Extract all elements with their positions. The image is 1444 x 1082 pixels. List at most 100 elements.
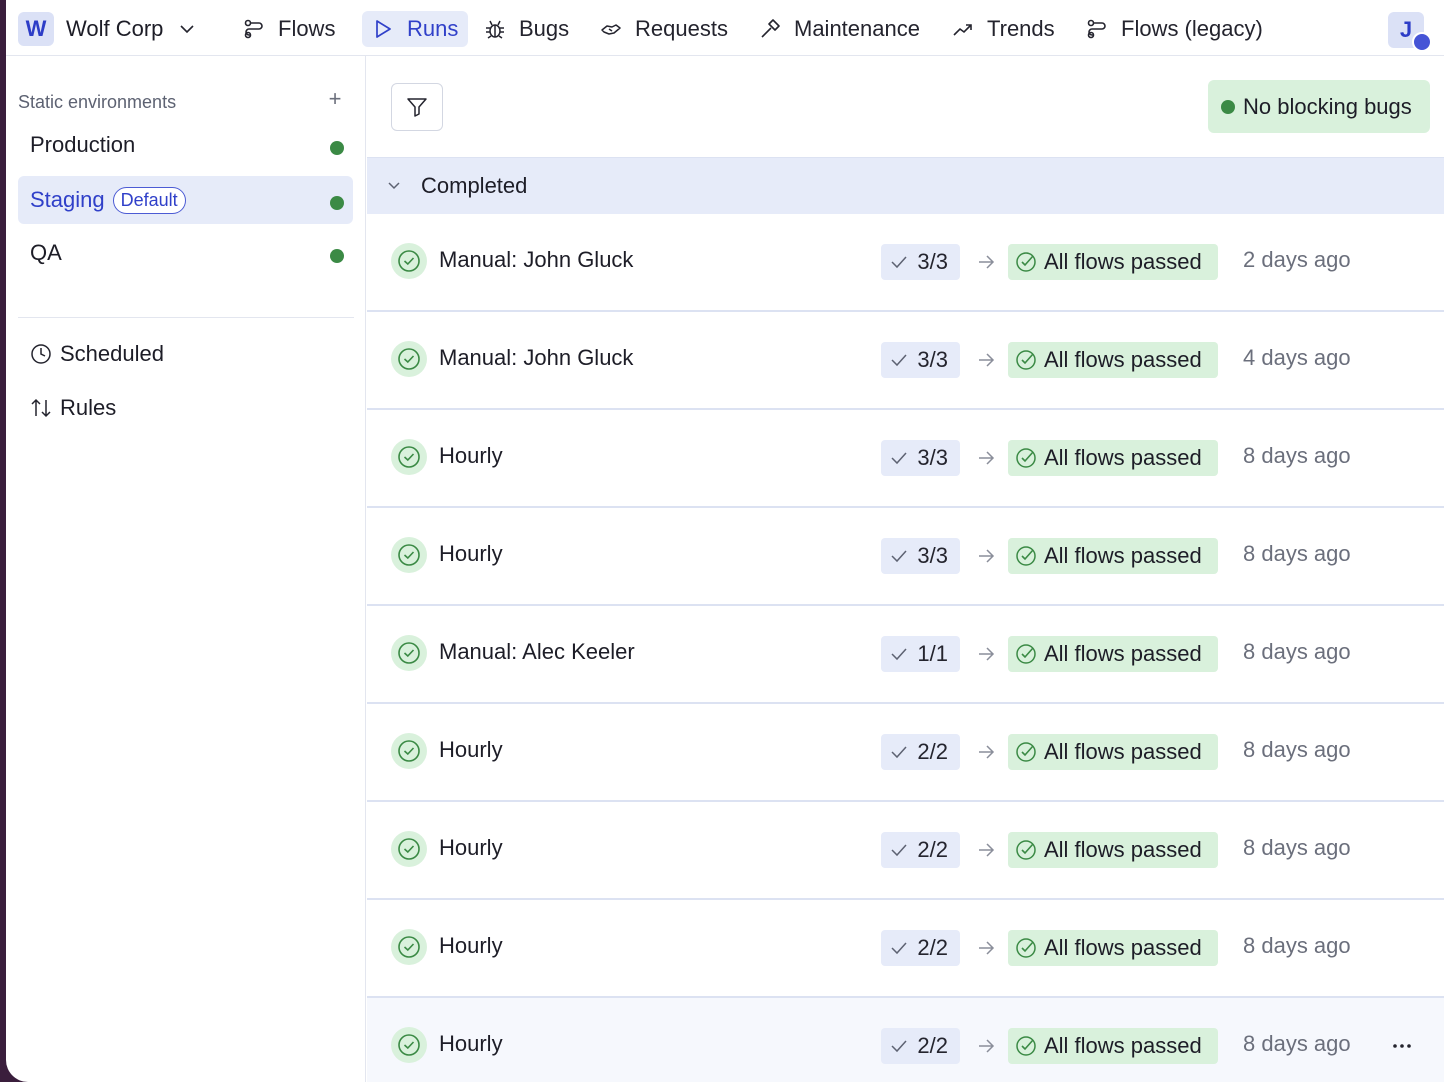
nav-bugs[interactable]: Bugs	[474, 11, 579, 47]
completed-group-header[interactable]: Completed	[367, 158, 1444, 214]
run-row[interactable]: Hourly 2/2 All flows passed 8 days ago	[367, 802, 1444, 900]
env-status-dot	[330, 196, 344, 210]
check-icon	[891, 550, 907, 563]
env-qa[interactable]: QA	[18, 229, 353, 277]
run-row[interactable]: Hourly 2/2 All flows passed 8 days ago	[367, 998, 1444, 1082]
check-circle-icon	[1016, 840, 1036, 860]
bug-icon	[486, 20, 504, 39]
sidebar-divider	[18, 317, 354, 318]
result-label: All flows passed	[1044, 837, 1202, 862]
env-label: Production	[30, 132, 136, 157]
org-name: Wolf Corp	[66, 16, 164, 41]
add-environment-button[interactable]: +	[324, 88, 346, 110]
check-circle-icon	[391, 341, 427, 377]
nav-flows[interactable]: Flows	[233, 11, 345, 47]
blocking-bugs-label: No blocking bugs	[1243, 93, 1412, 119]
check-circle-icon	[1016, 644, 1036, 664]
check-circle-icon	[391, 635, 427, 671]
arrow-right-icon	[979, 647, 995, 661]
run-row[interactable]: Hourly 3/3 All flows passed 8 days ago	[367, 410, 1444, 508]
sort-arrows-icon	[31, 398, 51, 418]
hammer-icon	[761, 19, 780, 38]
run-row[interactable]: Manual: John Gluck 3/3 All flows passed 2 d…	[367, 214, 1444, 312]
filter-button[interactable]	[391, 83, 443, 131]
check-circle-icon	[391, 929, 427, 965]
blocking-bugs-status[interactable]: No blocking bugs	[1208, 80, 1430, 133]
check-circle-icon	[391, 733, 427, 769]
arrow-right-icon	[979, 353, 995, 367]
run-timestamp: 8 days ago	[1243, 933, 1351, 958]
result-badge: All flows passed	[1008, 440, 1218, 476]
arrow-right-icon	[979, 549, 995, 563]
nav-requests[interactable]: Requests	[590, 11, 738, 47]
nav-trends[interactable]: Trends	[942, 11, 1065, 47]
run-row[interactable]: Hourly 3/3 All flows passed 8 days ago	[367, 508, 1444, 606]
clock-icon	[31, 344, 51, 364]
flows-icon	[1087, 19, 1106, 39]
org-logo: W	[18, 12, 54, 46]
trend-icon	[953, 24, 972, 36]
sidebar-link-rules[interactable]: Rules	[30, 395, 116, 421]
arrow-right-icon	[979, 451, 995, 465]
flow-count: 1/1	[917, 641, 948, 666]
check-circle-icon	[391, 1027, 427, 1063]
run-timestamp: 8 days ago	[1243, 443, 1351, 468]
runs-list: Manual: John Gluck 3/3 All flows passed 2 d…	[367, 214, 1444, 1082]
org-switcher[interactable]: W Wolf Corp	[18, 12, 195, 46]
handshake-icon	[601, 24, 621, 35]
flow-count-badge: 3/3	[881, 244, 960, 280]
run-row[interactable]: Hourly 2/2 All flows passed 8 days ago	[367, 900, 1444, 998]
env-production[interactable]: Production	[18, 121, 353, 169]
avatar-status-icon	[1412, 32, 1432, 52]
run-row[interactable]: Manual: Alec Keeler 1/1 All flows passed 8 …	[367, 606, 1444, 704]
more-options-icon[interactable]	[1390, 1034, 1414, 1058]
result-badge: All flows passed	[1008, 734, 1218, 770]
check-icon	[891, 256, 907, 269]
nav-label: Flows (legacy)	[1121, 16, 1263, 41]
nav-label: Maintenance	[794, 16, 920, 41]
play-icon	[376, 20, 391, 38]
environments-sidebar: Static environments + Production Staging…	[6, 56, 366, 1082]
run-timestamp: 2 days ago	[1243, 247, 1351, 272]
result-badge: All flows passed	[1008, 832, 1218, 868]
check-circle-icon	[1016, 448, 1036, 468]
sidebar-link-scheduled[interactable]: Scheduled	[30, 341, 164, 367]
flow-count: 2/2	[917, 1033, 948, 1058]
flow-count-badge: 2/2	[881, 832, 960, 868]
runs-panel: No blocking bugs Completed Manual: John …	[367, 56, 1444, 1082]
arrow-right-icon	[979, 941, 995, 955]
run-row[interactable]: Manual: John Gluck 3/3 All flows passed 4 d…	[367, 312, 1444, 410]
result-badge: All flows passed	[1008, 342, 1218, 378]
check-icon	[891, 746, 907, 759]
nav-label: Bugs	[519, 16, 570, 41]
flow-count: 2/2	[917, 837, 948, 862]
check-circle-icon	[391, 537, 427, 573]
nav-label: Flows	[278, 16, 336, 41]
nav-label: Trends	[987, 16, 1055, 41]
nav-runs[interactable]: Runs	[362, 11, 469, 47]
result-label: All flows passed	[1044, 641, 1202, 666]
flow-count: 3/3	[917, 347, 948, 372]
run-name: Manual: Alec Keeler	[439, 639, 635, 664]
env-label: Staging	[30, 187, 105, 212]
check-circle-icon	[1016, 742, 1036, 762]
chevron-down-icon	[388, 182, 400, 190]
run-name: Hourly	[439, 737, 503, 762]
nav-maintenance[interactable]: Maintenance	[749, 11, 930, 47]
run-timestamp: 8 days ago	[1243, 835, 1351, 860]
run-name: Manual: John Gluck	[439, 247, 634, 272]
run-row[interactable]: Hourly 2/2 All flows passed 8 days ago	[367, 704, 1444, 802]
flow-count: 3/3	[917, 445, 948, 470]
result-label: All flows passed	[1044, 445, 1202, 470]
check-circle-icon	[391, 243, 427, 279]
nav-flows-legacy[interactable]: Flows (legacy)	[1076, 11, 1273, 47]
check-icon	[891, 354, 907, 367]
arrow-right-icon	[979, 745, 995, 759]
flow-count-badge: 2/2	[881, 930, 960, 966]
runs-toolbar: No blocking bugs	[367, 56, 1444, 158]
flow-count-badge: 3/3	[881, 538, 960, 574]
env-status-dot	[330, 249, 344, 263]
check-icon	[891, 942, 907, 955]
chevron-down-icon	[180, 25, 194, 34]
env-staging[interactable]: Staging Default	[18, 176, 353, 224]
